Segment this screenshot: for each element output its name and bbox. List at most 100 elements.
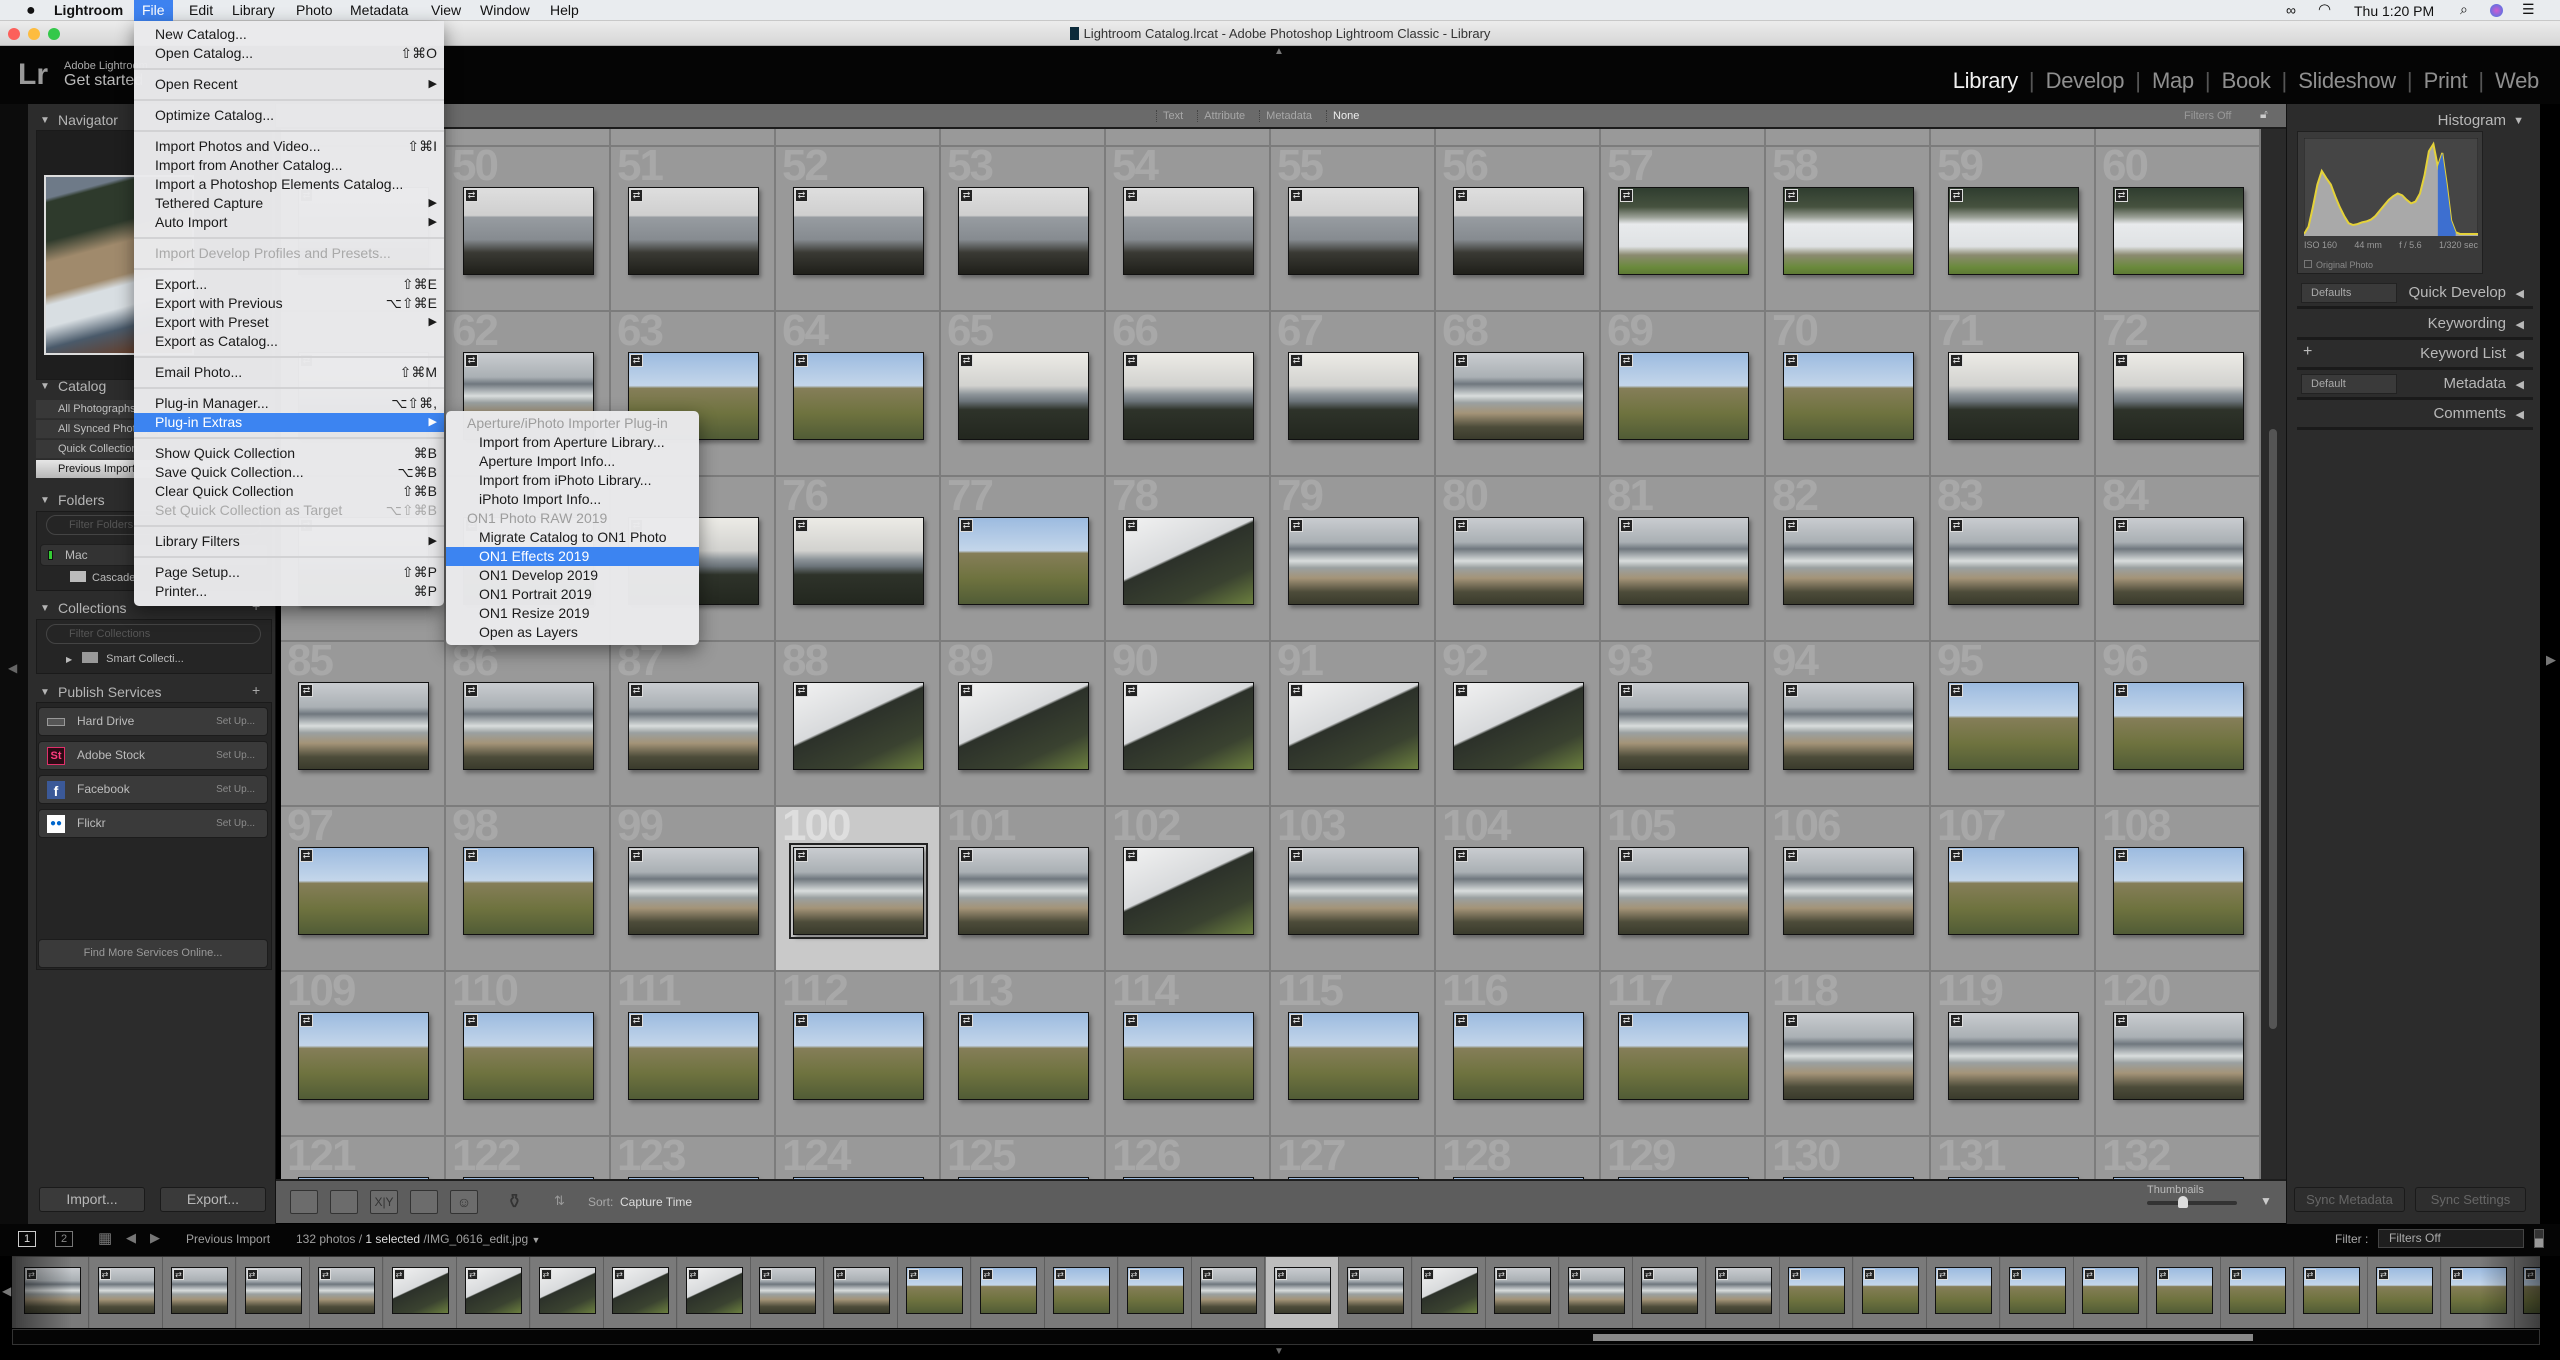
edited-badge-icon[interactable]: ⇄ bbox=[1290, 189, 1303, 202]
menu-item-show-quick-collection[interactable]: Show Quick Collection ⌘B bbox=[134, 444, 444, 463]
filmstrip-thumbnail[interactable]: ⇄ bbox=[685, 1267, 743, 1314]
edited-badge-icon[interactable]: ⇄ bbox=[1125, 519, 1138, 532]
photo-thumbnail[interactable]: ⇄ bbox=[1618, 847, 1749, 935]
grid-cell[interactable]: 54 ⇄ bbox=[1106, 141, 1271, 312]
filmstrip-thumbnail[interactable]: ⇄ bbox=[1788, 1267, 1845, 1314]
photo-thumbnail[interactable]: ⇄ bbox=[793, 1012, 924, 1100]
filter-switch[interactable] bbox=[2534, 1229, 2544, 1248]
panel-header-keyword-list[interactable]: Keyword List bbox=[2420, 345, 2506, 362]
menu-item-import-a-photoshop-elements-catalog[interactable]: Import a Photoshop Elements Catalog... bbox=[134, 175, 444, 194]
edited-badge-icon[interactable]: ⇄ bbox=[2115, 684, 2128, 697]
module-develop[interactable]: Develop bbox=[2035, 68, 2136, 94]
grid-cell[interactable]: 120 ⇄ bbox=[2096, 966, 2261, 1137]
filmstrip-thumbnail[interactable]: ⇄ bbox=[979, 1267, 1037, 1314]
filmstrip-cell[interactable]: ⇄ bbox=[604, 1257, 677, 1328]
menu-item-clear-quick-collection[interactable]: Clear Quick Collection ⇧⌘B bbox=[134, 482, 444, 501]
filmstrip-cell[interactable]: ⇄ bbox=[1412, 1257, 1486, 1328]
setup-link[interactable]: Set Up... bbox=[216, 776, 255, 803]
edited-badge-icon[interactable]: ⇄ bbox=[1455, 1014, 1468, 1027]
grid-view-icon[interactable] bbox=[290, 1190, 318, 1214]
filmstrip-cell[interactable]: ⇄ bbox=[2000, 1257, 2074, 1328]
grid-cell[interactable]: 100 ⇄ bbox=[776, 801, 941, 972]
filter-tab-attribute[interactable]: Attribute bbox=[1197, 110, 1245, 122]
grid-cell[interactable]: 112 ⇄ bbox=[776, 966, 941, 1137]
scroll-thumb[interactable] bbox=[2269, 429, 2277, 1029]
grid-cell[interactable]: 110 ⇄ bbox=[446, 966, 611, 1137]
edited-badge-icon[interactable]: ⇄ bbox=[2115, 519, 2128, 532]
photo-thumbnail[interactable]: ⇄ bbox=[793, 682, 924, 770]
collapse-triangle-icon[interactable]: ◀ bbox=[2516, 318, 2524, 331]
filmstrip-cell[interactable]: ⇄ bbox=[383, 1257, 457, 1328]
edited-badge-icon[interactable]: ⇄ bbox=[1125, 684, 1138, 697]
grid-cell[interactable]: 131⇄ bbox=[1931, 1131, 2096, 1179]
grid-cell[interactable]: 117 ⇄ bbox=[1601, 966, 1766, 1137]
grid-cell[interactable]: 51 ⇄ bbox=[611, 141, 776, 312]
filmstrip-thumbnail[interactable]: ⇄ bbox=[1861, 1267, 1919, 1314]
edited-badge-icon[interactable]: ⇄ bbox=[1620, 1014, 1633, 1027]
filmstrip-cell[interactable]: ⇄ bbox=[2294, 1257, 2368, 1328]
edited-badge-icon[interactable]: ⇄ bbox=[1785, 849, 1798, 862]
photo-thumbnail[interactable]: ⇄ bbox=[1288, 352, 1419, 440]
zoom-window-button[interactable] bbox=[48, 28, 60, 40]
menu-item-plug-in-manager[interactable]: Plug-in Manager... ⌥⇧⌘, bbox=[134, 394, 444, 413]
photo-thumbnail[interactable]: ⇄ bbox=[1783, 352, 1914, 440]
grid-cell[interactable]: 78 ⇄ bbox=[1106, 471, 1271, 642]
menu-item-plug-in-extras[interactable]: Plug-in Extras ▶ bbox=[134, 413, 444, 432]
filmstrip-cell[interactable]: ⇄ bbox=[163, 1257, 236, 1328]
import-button[interactable]: Import... bbox=[39, 1187, 145, 1212]
clock[interactable]: Thu 1:20 PM bbox=[2354, 3, 2434, 19]
filmstrip-cell[interactable]: ⇄ bbox=[1559, 1257, 1633, 1328]
filmstrip-thumbnail[interactable]: ⇄ bbox=[1347, 1267, 1404, 1314]
photo-thumbnail[interactable]: ⇄ bbox=[298, 847, 429, 935]
menubar-file[interactable]: File bbox=[134, 0, 173, 21]
histogram-chart[interactable] bbox=[2304, 138, 2478, 236]
edited-badge-icon[interactable]: ⇄ bbox=[1620, 519, 1633, 532]
menu-item-open-recent[interactable]: Open Recent ▶ bbox=[134, 75, 444, 94]
filmstrip-cell[interactable]: ⇄ bbox=[971, 1257, 1045, 1328]
photo-thumbnail[interactable]: ⇄ bbox=[958, 847, 1089, 935]
back-arrow-icon[interactable]: ◀ bbox=[126, 1230, 136, 1246]
photo-thumbnail[interactable]: ⇄ bbox=[1123, 352, 1254, 440]
thumbnail-size-slider[interactable] bbox=[2147, 1196, 2237, 1208]
photo-thumbnail[interactable]: ⇄ bbox=[628, 847, 759, 935]
grid-cell[interactable]: 129⇄ bbox=[1601, 1131, 1766, 1179]
original-photo-checkbox[interactable]: Original Photo bbox=[2304, 260, 2373, 270]
grid-cell[interactable]: 85 ⇄ bbox=[281, 636, 446, 807]
photo-thumbnail[interactable]: ⇄ bbox=[958, 352, 1089, 440]
module-map[interactable]: Map bbox=[2141, 68, 2205, 94]
edited-badge-icon[interactable]: ⇄ bbox=[960, 849, 973, 862]
filmstrip-thumbnail[interactable]: ⇄ bbox=[1420, 1267, 1478, 1314]
edited-badge-icon[interactable]: ⇄ bbox=[465, 849, 478, 862]
photo-thumbnail[interactable]: ⇄ bbox=[463, 847, 594, 935]
photo-thumbnail[interactable]: ⇄ bbox=[1948, 187, 2079, 275]
filmstrip-thumbnail[interactable]: ⇄ bbox=[1494, 1267, 1551, 1314]
grid-cell[interactable]: 50 ⇄ bbox=[446, 141, 611, 312]
photo-thumbnail[interactable]: ⇄ bbox=[1288, 517, 1419, 605]
photo-thumbnail[interactable]: ⇄ bbox=[2113, 682, 2244, 770]
panel-header-comments[interactable]: Comments bbox=[2433, 405, 2506, 422]
grid-cell[interactable]: 82 ⇄ bbox=[1766, 471, 1931, 642]
photo-thumbnail[interactable]: ⇄ bbox=[1948, 517, 2079, 605]
grid-cell[interactable]: 116 ⇄ bbox=[1436, 966, 1601, 1137]
edited-badge-icon[interactable]: ⇄ bbox=[2115, 849, 2128, 862]
edited-badge-icon[interactable]: ⇄ bbox=[465, 1014, 478, 1027]
menu-item-new-catalog[interactable]: New Catalog... bbox=[134, 25, 444, 44]
submenu-item-iphoto-import-info[interactable]: iPhoto Import Info... bbox=[446, 490, 699, 509]
filmstrip-cell[interactable]: ⇄ bbox=[89, 1257, 163, 1328]
creative-cloud-icon[interactable]: ∞ bbox=[2286, 2, 2296, 18]
right-panel-collapse-icon[interactable]: ▶ bbox=[2546, 652, 2556, 668]
top-panel-toggle-icon[interactable]: ▲ bbox=[1274, 46, 1284, 57]
photo-thumbnail[interactable]: ⇄ bbox=[1123, 1012, 1254, 1100]
grid-cell[interactable]: 79 ⇄ bbox=[1271, 471, 1436, 642]
edited-badge-icon[interactable]: ⇄ bbox=[1620, 684, 1633, 697]
filmstrip-thumbnail[interactable]: ⇄ bbox=[465, 1267, 522, 1314]
menu-item-auto-import[interactable]: Auto Import ▶ bbox=[134, 213, 444, 232]
menu-item-import-photos-and-video[interactable]: Import Photos and Video... ⇧⌘I bbox=[134, 137, 444, 156]
edited-badge-icon[interactable]: ⇄ bbox=[795, 684, 808, 697]
filter-tab-metadata[interactable]: Metadata bbox=[1259, 110, 1312, 122]
grid-cell[interactable]: 127⇄ bbox=[1271, 1131, 1436, 1179]
filmstrip-status[interactable]: 132 photos / 1 selected /IMG_0616_edit.j… bbox=[296, 1232, 540, 1246]
photo-thumbnail[interactable]: ⇄ bbox=[2113, 517, 2244, 605]
photo-thumbnail[interactable]: ⇄ bbox=[628, 682, 759, 770]
people-view-icon[interactable]: ☺ bbox=[450, 1190, 478, 1214]
